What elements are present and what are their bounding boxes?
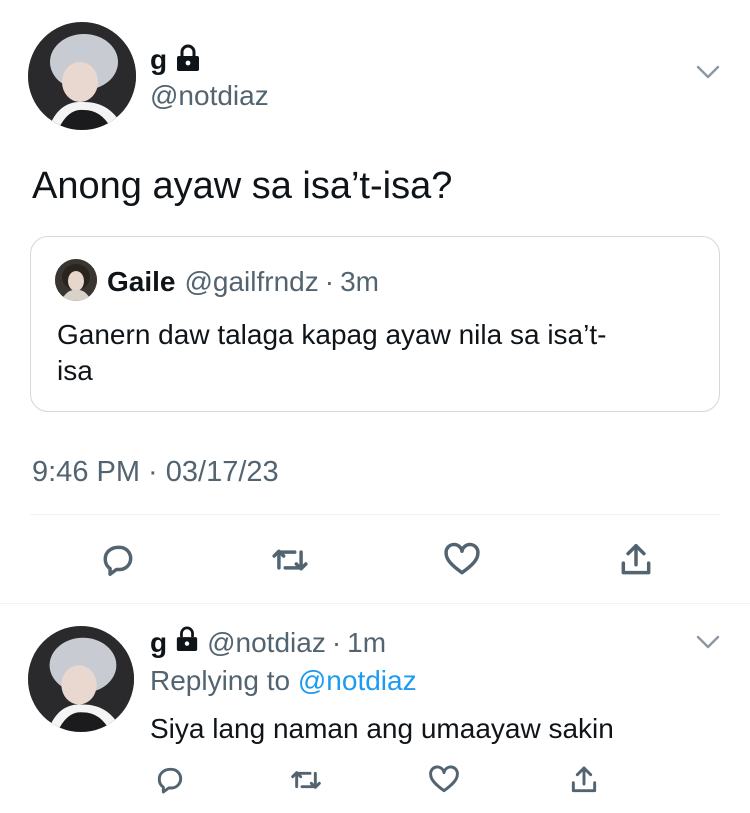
author-name-row: g xyxy=(150,44,201,76)
quote-author-name: Gaile xyxy=(107,266,176,297)
like-button[interactable] xyxy=(440,538,484,582)
share-button[interactable] xyxy=(564,760,604,800)
divider xyxy=(0,603,750,604)
retweet-icon xyxy=(272,549,308,571)
reply-button[interactable] xyxy=(96,538,140,582)
reply-author-avatar[interactable] xyxy=(28,626,134,732)
retweet-button[interactable] xyxy=(286,760,326,800)
lock-icon xyxy=(175,44,201,77)
share-icon xyxy=(621,544,651,575)
quote-header: Gaile @gailfrndz · 3m xyxy=(107,265,379,299)
tweet-timestamp[interactable]: 9:46 PM · 03/17/23 xyxy=(32,454,279,490)
quoted-tweet[interactable]: Gaile @gailfrndz · 3m Ganern daw talaga … xyxy=(30,236,720,412)
quote-author-handle: @gailfrndz xyxy=(184,266,319,297)
replying-to: Replying to @notdiaz xyxy=(150,664,417,698)
share-button[interactable] xyxy=(614,538,658,582)
reply-icon xyxy=(103,545,133,576)
author-avatar[interactable] xyxy=(28,22,136,130)
quote-author-avatar xyxy=(55,259,97,301)
heart-icon xyxy=(429,765,459,793)
reply-button[interactable] xyxy=(150,760,190,800)
author-display-name: g xyxy=(150,44,168,75)
divider xyxy=(30,514,720,515)
replying-to-handle-link[interactable]: @notdiaz xyxy=(298,665,417,696)
share-icon xyxy=(571,766,597,793)
tweet-text: Anong ayaw sa isa’t-isa? xyxy=(32,165,453,207)
chevron-down-icon[interactable] xyxy=(694,60,722,84)
retweet-icon xyxy=(291,771,321,789)
quote-text-line1: Ganern daw talaga kapag ayaw nila sa isa… xyxy=(57,319,607,350)
author-handle[interactable]: @notdiaz xyxy=(150,80,269,112)
reply-author-handle: @notdiaz xyxy=(207,627,326,658)
quote-text-line2: isa xyxy=(57,355,93,386)
retweet-button[interactable] xyxy=(268,538,312,582)
quote-separator: · xyxy=(324,266,335,297)
lock-icon xyxy=(175,626,199,660)
quote-time: 3m xyxy=(340,266,379,297)
reply-text: Siya lang naman ang umaayaw sakin xyxy=(150,713,614,744)
chevron-down-icon[interactable] xyxy=(694,630,722,654)
avatar-image xyxy=(28,22,136,130)
like-button[interactable] xyxy=(424,760,464,800)
replying-to-label: Replying to xyxy=(150,665,291,696)
avatar-image xyxy=(28,626,134,732)
reply-header: g @notdiaz · 1m xyxy=(150,626,386,660)
reply-separator: · xyxy=(331,627,342,658)
heart-icon xyxy=(444,542,480,575)
reply-author-name: g xyxy=(150,627,168,658)
reply-time: 1m xyxy=(347,627,387,658)
reply-icon xyxy=(157,767,183,794)
